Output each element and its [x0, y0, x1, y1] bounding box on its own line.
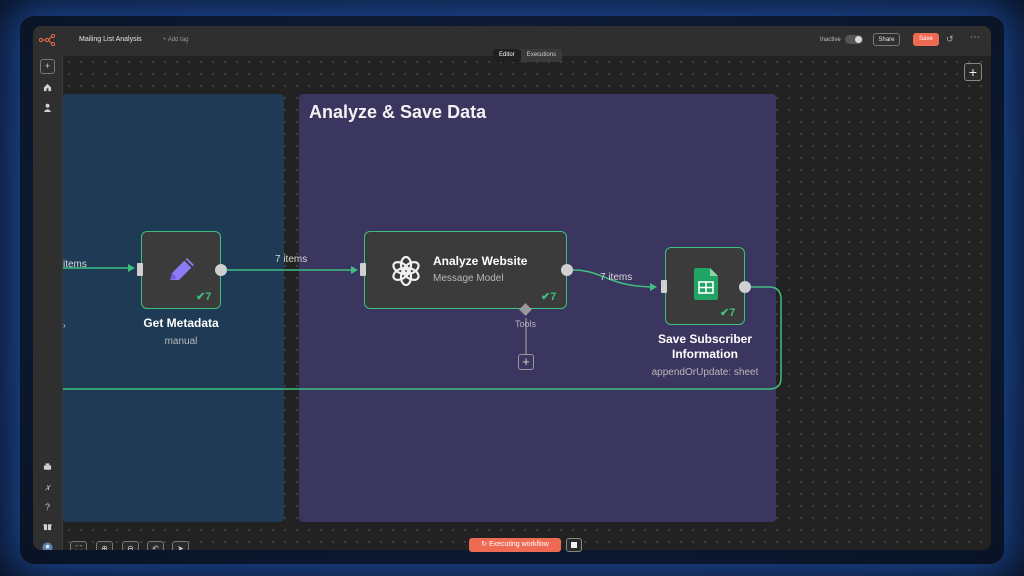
variables-icon[interactable]: 𝑥: [40, 480, 55, 495]
gift-icon[interactable]: [40, 519, 55, 534]
user-icon[interactable]: [40, 100, 55, 115]
execute-label: Executing workflow: [488, 541, 549, 548]
arrow-metadata-analyze: [351, 266, 358, 274]
home-icon[interactable]: [40, 80, 55, 95]
more-options-icon[interactable]: ⋯: [970, 32, 980, 43]
run-count: 7: [550, 291, 557, 303]
add-tag-link[interactable]: + Add tag: [163, 37, 189, 43]
spinner-icon: ↻: [481, 541, 489, 548]
input-handle[interactable]: [137, 263, 143, 276]
help-icon[interactable]: ?: [40, 500, 55, 515]
view-tabs: Editor Executions: [493, 49, 563, 62]
app-window: Mailing List Analysis + Add tag Inactive…: [33, 26, 991, 550]
tab-editor[interactable]: Editor: [493, 49, 521, 62]
success-check-icon: ✔7: [196, 291, 212, 303]
active-status-label: Inactive: [820, 37, 841, 43]
workflow-title[interactable]: Mailing List Analysis: [79, 36, 142, 43]
zoom-in-icon[interactable]: ⊕: [96, 541, 113, 550]
node-subtitle: Message Model: [433, 273, 504, 284]
node-analyze-website[interactable]: Analyze Website Message Model ✔7: [364, 231, 567, 309]
pointer-icon[interactable]: ➤: [172, 541, 189, 550]
workflow-canvas[interactable]: Analyze & Save Data items 7 items 7 item…: [63, 56, 991, 550]
save-button[interactable]: Save: [913, 33, 939, 46]
node-title: Get Metadata: [143, 316, 219, 330]
active-toggle[interactable]: [845, 35, 863, 44]
fit-view-icon[interactable]: ⛶: [70, 541, 87, 550]
avatar[interactable]: [40, 540, 55, 550]
open-nodes-panel-button[interactable]: +: [964, 63, 982, 81]
tab-executions[interactable]: Executions: [521, 49, 562, 62]
add-tool-button[interactable]: +: [518, 354, 534, 370]
node-title: Save Subscriber Information: [657, 332, 753, 361]
collapse-sidebar-icon[interactable]: ›: [63, 321, 66, 330]
node-save-subscriber[interactable]: ✔7: [665, 247, 745, 325]
share-button[interactable]: Share: [873, 33, 900, 46]
run-count: 7: [205, 291, 212, 303]
run-count: 7: [729, 307, 736, 319]
reset-zoom-icon[interactable]: ↶: [147, 541, 164, 550]
google-sheets-icon: [694, 268, 718, 300]
connection-label-incoming: items: [63, 259, 87, 270]
input-handle[interactable]: [360, 263, 366, 276]
success-check-icon: ✔7: [720, 307, 736, 319]
node-subtitle: appendOrUpdate: sheet: [651, 367, 759, 378]
node-get-metadata[interactable]: ✔7: [141, 231, 221, 309]
output-handle[interactable]: [215, 264, 227, 276]
connection-label-metadata-analyze: 7 items: [275, 254, 308, 265]
openai-icon: [392, 255, 420, 287]
left-sidebar: + 𝑥 ?: [33, 56, 63, 550]
node-subtitle: manual: [164, 336, 198, 347]
templates-icon[interactable]: [40, 460, 55, 475]
execute-workflow-button[interactable]: ↻ Executing workflow: [469, 538, 561, 552]
stop-execution-button[interactable]: [566, 538, 582, 552]
add-workflow-button[interactable]: +: [40, 59, 55, 74]
history-icon[interactable]: ↺: [946, 34, 954, 45]
pencil-icon: [170, 258, 194, 280]
success-check-icon: ✔7: [541, 291, 557, 303]
connection-label-analyze-save: 7 items: [600, 272, 633, 283]
input-handle[interactable]: [661, 280, 667, 293]
zoom-out-icon[interactable]: ⊖: [122, 541, 139, 550]
n8n-logo-icon: [39, 34, 55, 46]
arrow-analyze-save: [650, 283, 657, 291]
arrow-incoming: [128, 264, 135, 272]
output-handle[interactable]: [739, 281, 751, 293]
output-handle[interactable]: [561, 264, 573, 276]
tools-label: Tools: [515, 319, 537, 329]
node-title: Analyze Website: [433, 254, 528, 268]
